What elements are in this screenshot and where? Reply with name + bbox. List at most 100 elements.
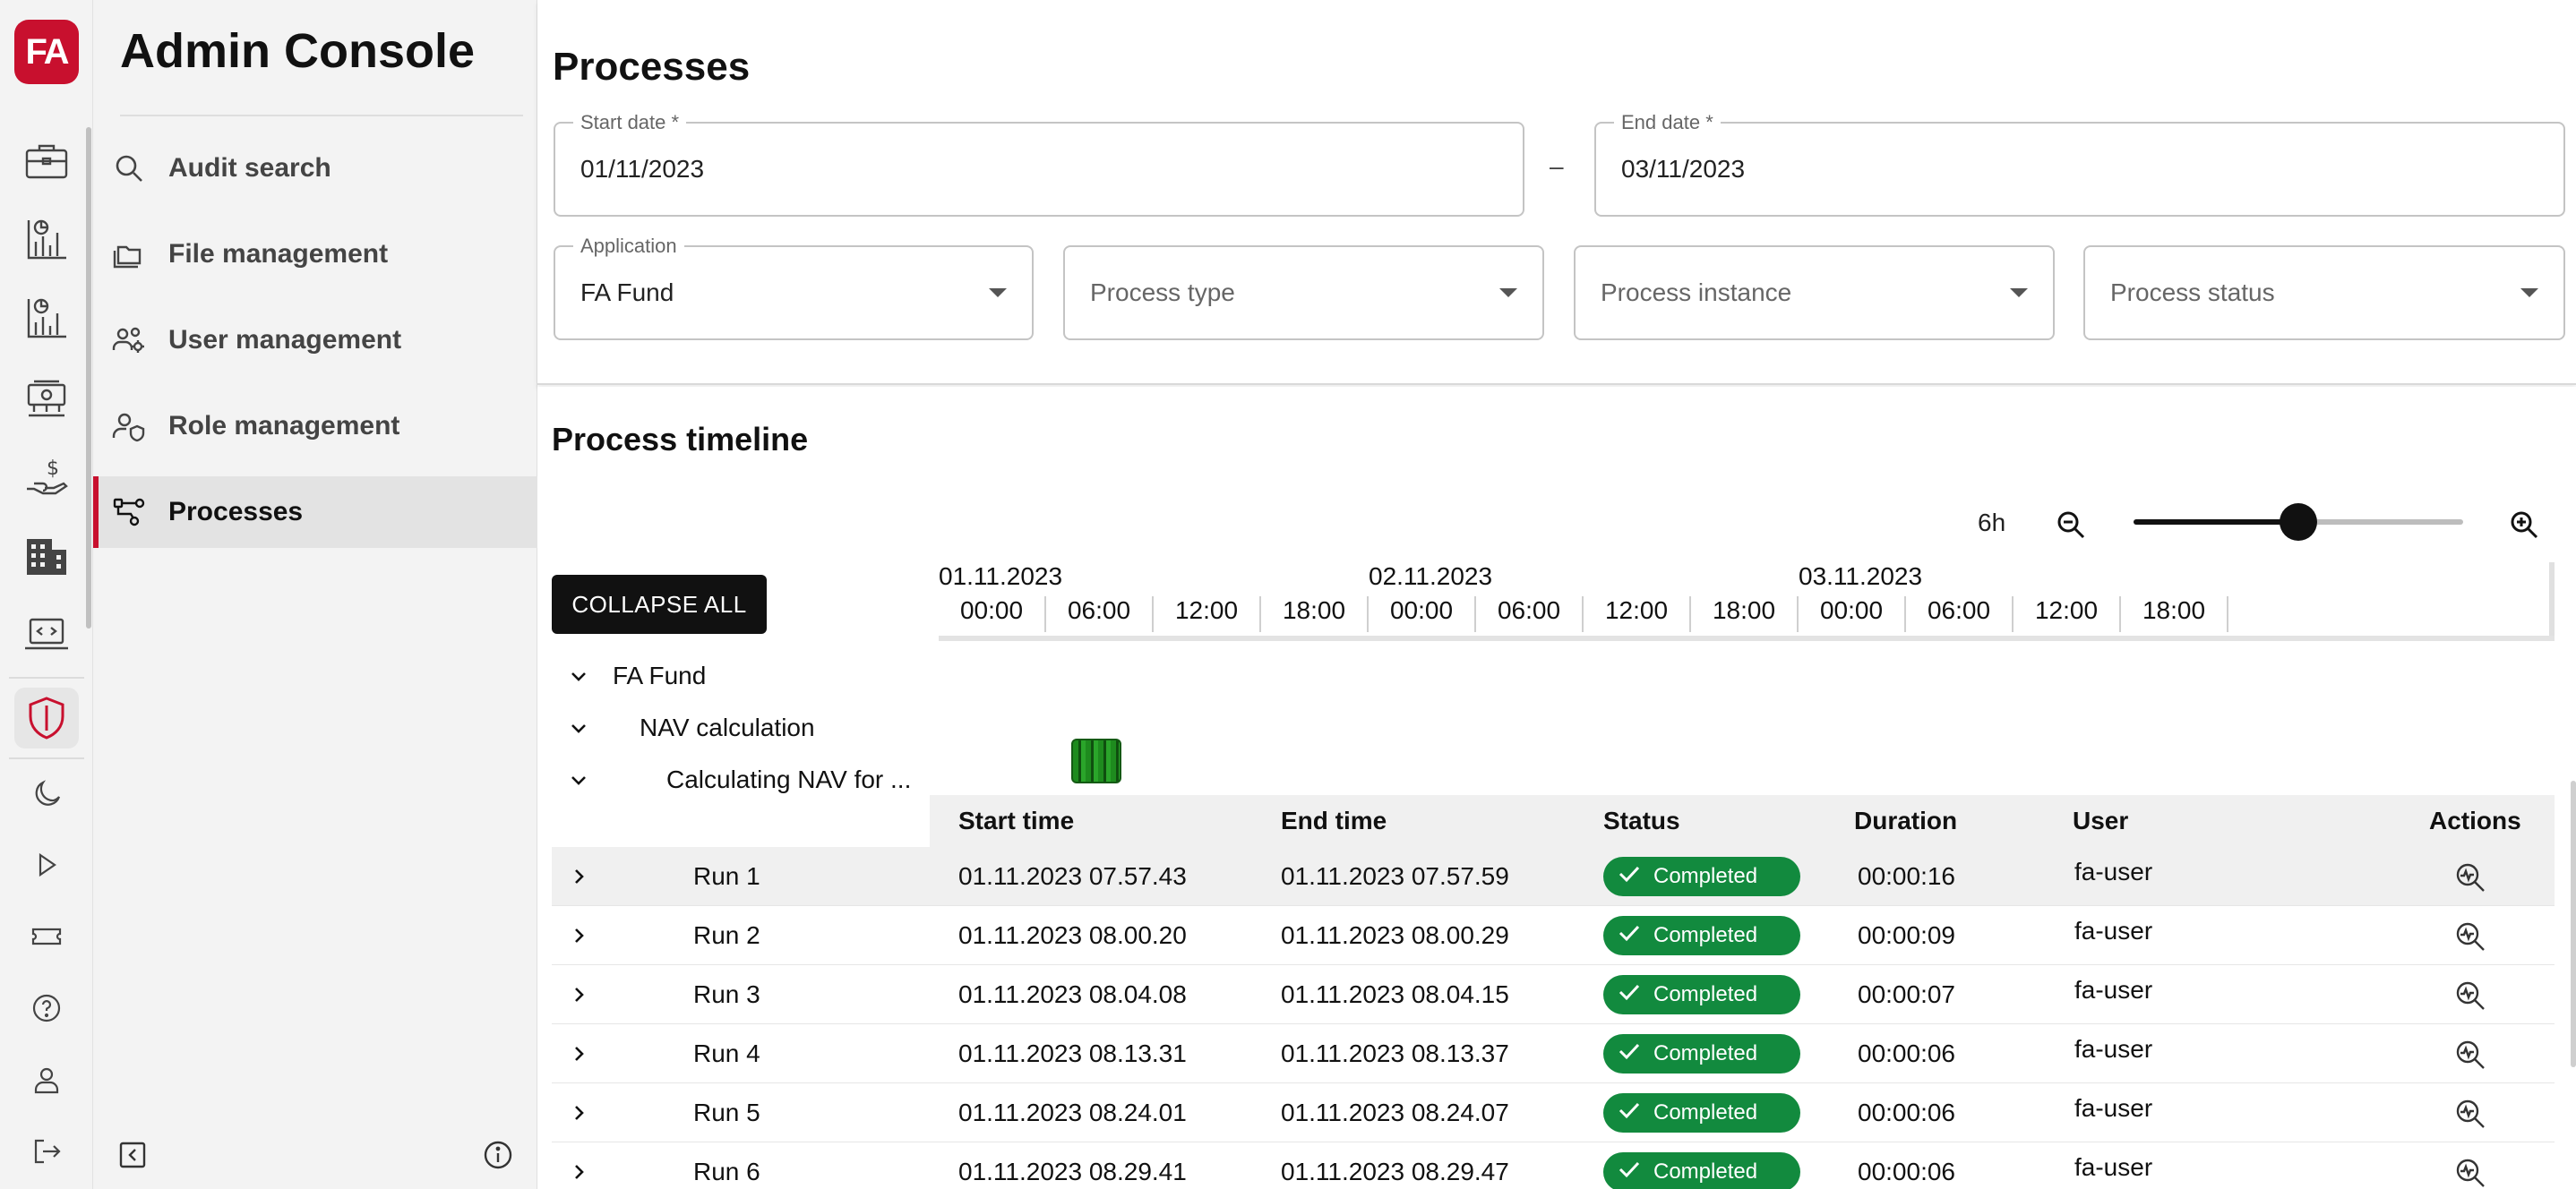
chevron-right-icon[interactable] <box>562 979 595 1011</box>
page-title: Processes <box>553 45 751 89</box>
axis-time-label: 12:00 <box>1154 596 1261 632</box>
chevron-right-icon[interactable] <box>562 1156 595 1188</box>
end-date-value: 03/11/2023 <box>1621 155 1746 183</box>
tree-node-application[interactable]: FA Fund <box>613 654 706 698</box>
check-icon <box>1603 1156 1653 1189</box>
sidebar-item-user-management[interactable]: User management <box>93 304 537 376</box>
laptop-code-icon[interactable] <box>14 603 79 664</box>
sidebar-item-role-management[interactable]: Role management <box>93 390 537 462</box>
building-icon[interactable] <box>14 525 79 586</box>
rail-scrollbar[interactable] <box>86 127 91 629</box>
table-row[interactable]: Run 1 01.11.2023 07.57.43 01.11.2023 07.57… <box>552 847 2555 906</box>
check-icon <box>1603 860 1653 894</box>
inspect-run-icon[interactable] <box>2451 1035 2490 1074</box>
briefcase-icon[interactable] <box>14 131 79 192</box>
zoom-slider-fill <box>2134 519 2298 525</box>
run-end-time: 01.11.2023 08.04.15 <box>1281 980 1509 1008</box>
folders-icon <box>111 236 147 272</box>
info-icon[interactable] <box>477 1133 519 1176</box>
collapse-all-button[interactable]: COLLAPSE ALL <box>552 575 767 634</box>
hand-dollar-icon[interactable]: $ <box>14 446 79 507</box>
run-duration: 00:00:16 <box>1858 862 1955 890</box>
chevron-down-icon <box>2010 288 2028 297</box>
rail-divider <box>9 757 84 759</box>
sidebar-item-file-management[interactable]: File management <box>93 218 537 290</box>
ticket-icon[interactable] <box>14 906 79 967</box>
timeline-axis: 01.11.2023 02.11.2023 03.11.2023 00:00 06… <box>939 562 2555 641</box>
page-scrollbar[interactable] <box>2571 781 2576 1067</box>
zoom-slider-thumb[interactable] <box>2280 503 2317 541</box>
chart-analytics-icon[interactable] <box>14 288 79 349</box>
run-start-time: 01.11.2023 08.29.41 <box>958 1158 1187 1185</box>
axis-date: 02.11.2023 <box>1369 562 1493 590</box>
inspect-run-icon[interactable] <box>2451 1094 2490 1133</box>
status-text: Completed <box>1653 1159 1758 1184</box>
shield-icon[interactable] <box>14 688 79 748</box>
chevron-down-icon[interactable] <box>562 661 595 693</box>
run-end-time: 01.11.2023 08.13.37 <box>1281 1039 1509 1067</box>
chart-report-icon[interactable] <box>14 210 79 270</box>
zoom-in-icon[interactable] <box>2504 505 2544 544</box>
status-badge: Completed <box>1603 975 1800 1014</box>
status-text: Completed <box>1653 982 1758 1006</box>
svg-text:$: $ <box>47 458 59 480</box>
status-text: Completed <box>1653 1041 1758 1065</box>
money-network-icon[interactable] <box>14 367 79 428</box>
chevron-right-icon[interactable] <box>562 920 595 952</box>
zoom-out-icon[interactable] <box>2051 505 2091 544</box>
process-type-select[interactable]: Process type <box>1063 245 1544 340</box>
process-instance-select[interactable]: Process instance <box>1574 245 2055 340</box>
table-row[interactable]: Run 6 01.11.2023 08.29.41 01.11.2023 08.29… <box>552 1142 2555 1189</box>
chevron-right-icon[interactable] <box>562 1097 595 1129</box>
inspect-run-icon[interactable] <box>2451 917 2490 956</box>
sidebar-item-processes[interactable]: Processes <box>93 476 537 548</box>
column-header-end: End time <box>1281 807 1387 834</box>
help-icon[interactable] <box>14 978 79 1039</box>
run-duration: 00:00:09 <box>1858 921 1955 949</box>
logout-icon[interactable] <box>14 1121 79 1182</box>
table-row[interactable]: Run 2 01.11.2023 08.00.20 01.11.2023 08.00… <box>552 906 2555 965</box>
start-date-field[interactable]: Start date * 01/11/2023 <box>554 111 1524 217</box>
rail-divider <box>9 677 84 679</box>
timeline-title: Process timeline <box>552 421 809 458</box>
table-row[interactable]: Run 3 01.11.2023 08.04.08 01.11.2023 08.04… <box>552 965 2555 1024</box>
sidebar-item-audit-search[interactable]: Audit search <box>93 133 537 204</box>
application-select[interactable]: Application FA Fund <box>554 235 1034 340</box>
run-user: fa-user <box>2074 1153 2153 1181</box>
axis-vertical-scrollbar[interactable] <box>2549 562 2555 636</box>
sidebar-item-label: Audit search <box>168 153 331 183</box>
run-start-time: 01.11.2023 08.00.20 <box>958 921 1187 949</box>
collapse-sidebar-icon[interactable] <box>111 1133 154 1176</box>
play-icon[interactable] <box>14 834 79 895</box>
chevron-right-icon[interactable] <box>562 860 595 893</box>
date-separator: – <box>1550 152 1564 180</box>
chevron-right-icon[interactable] <box>562 1038 595 1070</box>
table-row[interactable]: Run 5 01.11.2023 08.24.01 01.11.2023 08.24… <box>552 1083 2555 1142</box>
axis-date: 03.11.2023 <box>1799 562 1923 590</box>
run-start-time: 01.11.2023 08.24.01 <box>958 1099 1187 1126</box>
fa-logo[interactable]: FA <box>14 20 79 84</box>
gantt-bar[interactable] <box>1071 739 1121 783</box>
run-user: fa-user <box>2074 917 2153 945</box>
inspect-run-icon[interactable] <box>2451 1153 2490 1189</box>
status-text: Completed <box>1653 1100 1758 1125</box>
tree-node-process-type[interactable]: NAV calculation <box>640 706 815 750</box>
inspect-run-icon[interactable] <box>2451 858 2490 897</box>
table-row[interactable]: Run 4 01.11.2023 08.13.31 01.11.2023 08.13… <box>552 1024 2555 1083</box>
axis-time-label: 12:00 <box>2014 596 2121 632</box>
tree-node-process-instance[interactable]: Calculating NAV for ... <box>666 757 911 802</box>
moon-icon[interactable] <box>14 763 79 824</box>
chevron-down-icon[interactable] <box>562 713 595 745</box>
process-status-select[interactable]: Process status <box>2083 245 2565 340</box>
status-badge: Completed <box>1603 1034 1800 1074</box>
user-icon[interactable] <box>14 1049 79 1110</box>
axis-scrollbar[interactable] <box>939 636 2555 641</box>
inspect-run-icon[interactable] <box>2451 976 2490 1015</box>
zoom-slider[interactable] <box>2134 503 2463 541</box>
chevron-down-icon <box>2520 288 2538 297</box>
process-type-placeholder: Process type <box>1090 278 1235 306</box>
app-title: Admin Console <box>120 24 476 78</box>
axis-time-label: 00:00 <box>1369 596 1476 632</box>
end-date-field[interactable]: End date * 03/11/2023 <box>1594 111 2565 217</box>
chevron-down-icon[interactable] <box>562 765 595 797</box>
